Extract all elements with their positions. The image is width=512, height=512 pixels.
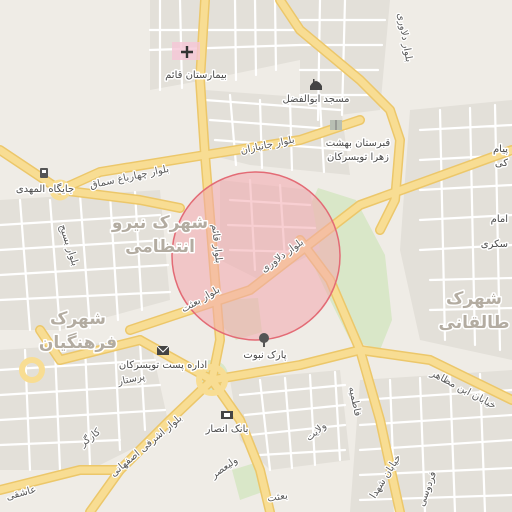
map-canvas[interactable]: شهرک نیرو انتظامی شهرک فرهنگیان شهرک طال…: [0, 0, 512, 512]
poi-label-right-2[interactable]: کی: [493, 157, 509, 171]
map-viewport[interactable]: شهرک نیرو انتظامی شهرک فرهنگیان شهرک طال…: [0, 0, 512, 512]
highlight-circle[interactable]: [172, 172, 340, 340]
district-taleghani-line1: شهرک: [446, 289, 502, 309]
post-envelope-icon[interactable]: [156, 345, 170, 355]
poi-label-cemetery-line1[interactable]: قبرستان بهشت: [324, 137, 392, 151]
poi-label-cemetery-line2[interactable]: زهرا تویسرکان: [326, 151, 391, 165]
district-taleghani-line2: طالقانی: [439, 313, 510, 333]
poi-label-right-4[interactable]: سکری: [479, 238, 509, 252]
gas-station-icon[interactable]: [40, 168, 48, 178]
bank-icon[interactable]: [221, 411, 233, 419]
district-farhangian-line1: شهرک: [50, 309, 106, 329]
district-niru-entezami-line1: شهرک نیرو: [111, 213, 208, 233]
poi-label-hospital[interactable]: بیمارستان قائم: [164, 69, 229, 83]
hospital-cross-icon[interactable]: [172, 42, 200, 60]
poi-label-right-3[interactable]: امام: [489, 213, 509, 227]
cemetery-icon[interactable]: [330, 120, 342, 130]
poi-label-park[interactable]: پارک نبوت: [242, 349, 288, 363]
poi-label-bank[interactable]: بانک انصار: [203, 423, 250, 437]
poi-label-gas[interactable]: جایگاه المهدی: [14, 182, 75, 197]
poi-label-post[interactable]: اداره پست تویسرکان: [117, 359, 208, 373]
poi-label-right-1[interactable]: پیام: [491, 143, 509, 157]
district-farhangian-line2: فرهنگیان: [39, 332, 117, 353]
poi-label-mosque[interactable]: مسجد ابوالفضل: [281, 93, 351, 107]
district-niru-entezami-line2: انتظامی: [125, 237, 195, 257]
